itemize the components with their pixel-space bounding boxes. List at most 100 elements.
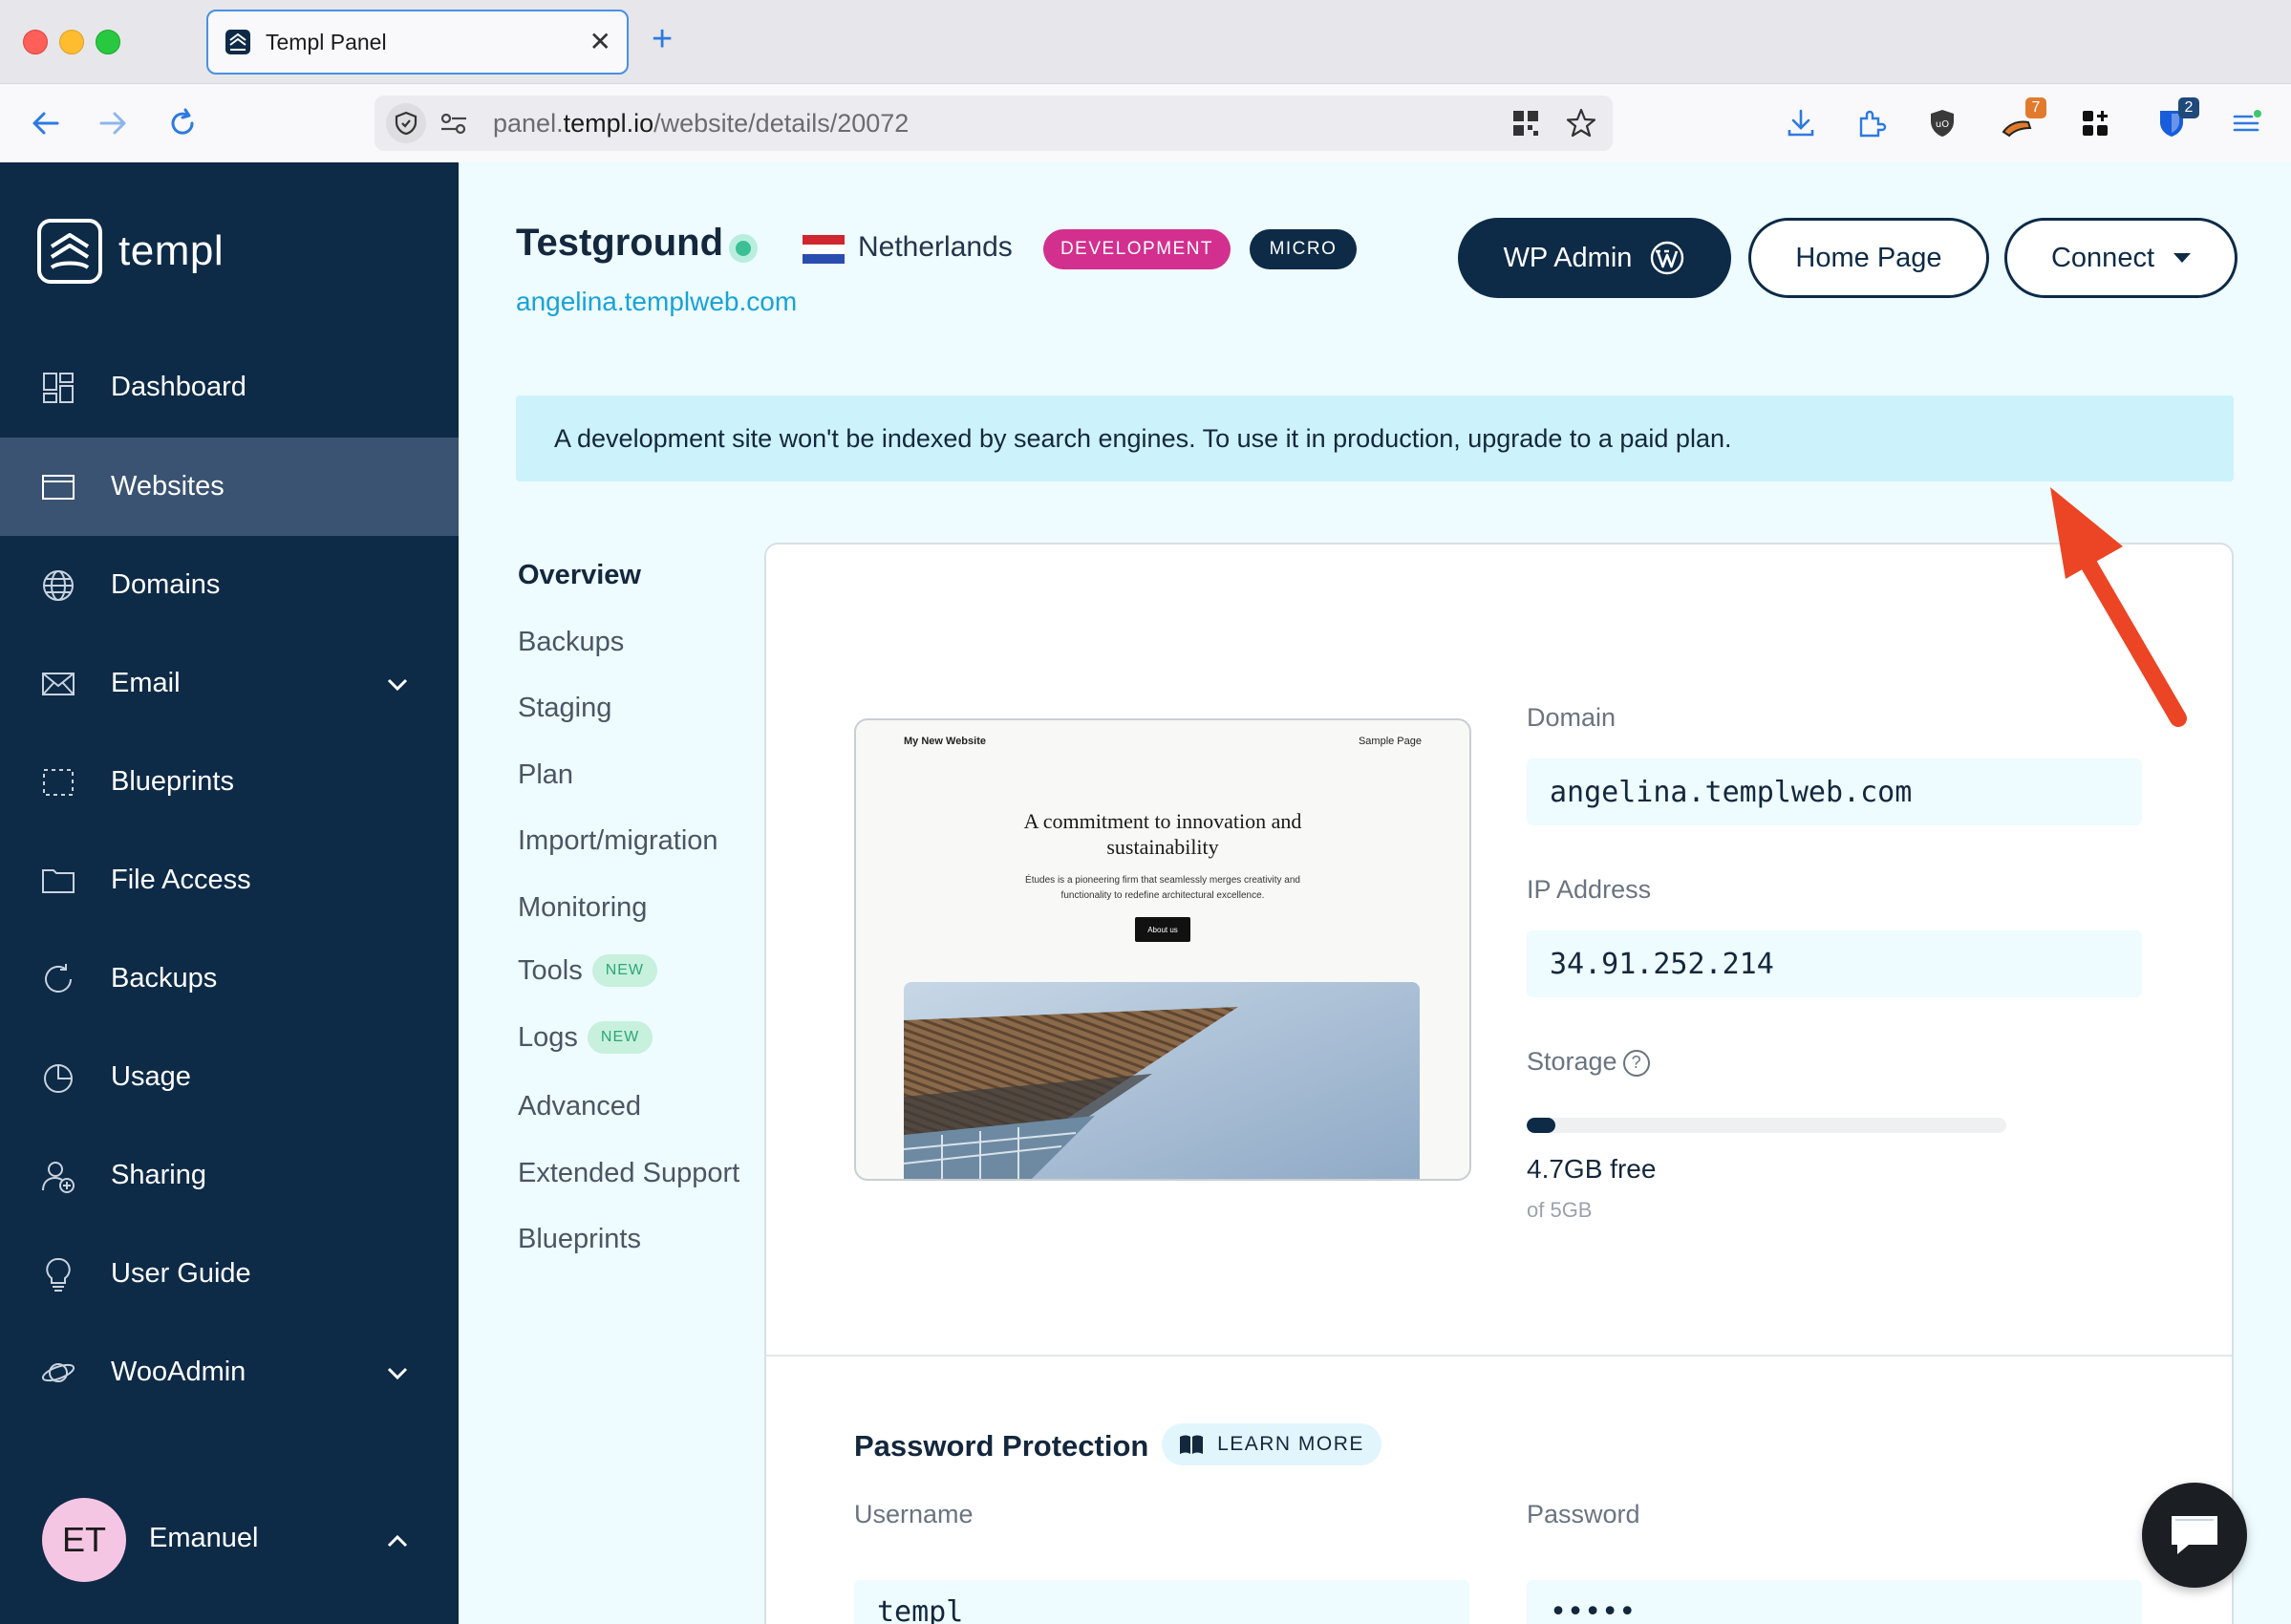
bookmark-star-icon[interactable] [1565,107,1597,139]
domain-field[interactable]: angelina.templweb.com [1527,759,2142,825]
sidebar-item-user-guide[interactable]: User Guide [0,1225,459,1323]
sidebar-item-label: Websites [111,471,225,502]
subnav-plan[interactable]: Plan [518,759,573,791]
back-icon[interactable] [23,101,67,145]
user-menu[interactable]: ET Emanuel [0,1486,459,1601]
ip-address-field[interactable]: 34.91.252.214 [1527,930,2142,997]
live-chat-button[interactable] [2142,1483,2247,1588]
address-bar[interactable]: panel.templ.io/website/details/20072 [375,96,1613,151]
preview-nav-link: Sample Page [1358,736,1422,747]
subnav-label: Staging [518,693,612,723]
divider [766,1355,2232,1357]
dashboard-icon [43,372,74,403]
preview-subtext-line: functionality to redefine architectural … [1060,890,1265,901]
caret-down-icon [2173,253,2191,263]
sidebar-item-sharing[interactable]: Sharing [0,1126,459,1225]
sidebar-item-label: User Guide [111,1258,251,1289]
password-field[interactable]: ••••• [1527,1580,2142,1624]
ublock-icon[interactable]: uO [1920,101,1964,145]
extensions-icon[interactable] [1850,101,1894,145]
chevron-down-icon[interactable] [384,671,411,697]
new-badge: NEW [591,954,658,987]
wp-admin-button[interactable]: WP Admin [1458,218,1731,298]
forward-icon[interactable] [92,101,136,145]
planet-icon [41,1362,75,1382]
chevron-up-icon[interactable] [384,1528,411,1555]
subnav-tools[interactable]: Tools NEW [518,954,658,987]
maximize-window-button[interactable] [96,30,120,54]
apps-grid-icon[interactable] [2073,101,2117,145]
domain-label: Domain [1527,703,1617,732]
subnav-label: Monitoring [518,892,648,923]
downloads-icon[interactable] [1779,101,1823,145]
minimize-window-button[interactable] [59,30,84,54]
subnav-blueprints[interactable]: Blueprints [518,1224,641,1255]
subnav-label: Overview [518,560,641,590]
subnav-import-migration[interactable]: Import/migration [518,825,718,857]
chevron-down-icon[interactable] [384,1359,411,1386]
close-window-button[interactable] [23,30,48,54]
notice-text: A development site won't be indexed by s… [554,423,1732,453]
home-page-button[interactable]: Home Page [1748,218,1989,298]
subnav-label: Backups [518,627,625,657]
templ-favicon-icon [225,30,250,54]
username-field[interactable]: templ [854,1580,1469,1624]
learn-more-button[interactable]: LEARN MORE [1162,1423,1381,1465]
storage-progress-fill [1527,1118,1556,1133]
preview-heading-line: sustainability [1106,835,1219,859]
site-region: Netherlands [858,231,1013,263]
url-path: /website/details/20072 [653,109,910,138]
preview-heading: A commitment to innovation and sustainab… [856,808,1469,860]
site-url-link[interactable]: angelina.templweb.com [516,287,797,317]
browser-window-icon [42,474,75,500]
app-menu-icon[interactable] [2224,101,2268,145]
subnav-advanced[interactable]: Advanced [518,1091,641,1122]
url-host: templ.io [563,109,654,138]
preview-building-image [904,982,1420,1179]
site-preview-thumbnail[interactable]: My New Website Sample Page A commitment … [854,718,1471,1181]
bitwarden-icon[interactable]: 2 [2150,97,2199,145]
sidebar-item-usage[interactable]: Usage [0,1028,459,1126]
reload-icon[interactable] [161,101,204,145]
qr-code-icon[interactable] [1509,107,1542,139]
subnav-monitoring[interactable]: Monitoring [518,892,647,924]
password-label: Password [1527,1500,1640,1528]
wordpress-icon [1651,241,1684,275]
wp-admin-label: WP Admin [1503,242,1633,273]
sidebar-item-wooadmin[interactable]: WooAdmin [0,1323,459,1421]
new-tab-button[interactable]: + [652,21,673,57]
subnav-label: Tools [518,954,583,986]
sidebar-item-file-access[interactable]: File Access [0,831,459,930]
connect-dropdown-button[interactable]: Connect [2004,218,2237,298]
sidebar-item-websites[interactable]: Websites [0,438,459,536]
url-text[interactable]: panel.templ.io/website/details/20072 [493,109,909,139]
globe-icon [43,569,74,601]
environment-badge: DEVELOPMENT [1043,229,1231,269]
subnav-overview[interactable]: Overview [518,560,641,591]
permissions-icon[interactable] [438,107,470,139]
extension-hand-icon[interactable]: 7 [1997,97,2046,145]
help-icon[interactable]: ? [1622,1049,1650,1077]
sidebar-item-domains[interactable]: Domains [0,536,459,634]
user-name: Emanuel [149,1523,259,1553]
sidebar-item-blueprints[interactable]: Blueprints [0,733,459,831]
sidebar-item-label: Blueprints [111,766,234,797]
username-label: Username [854,1500,974,1528]
chat-icon [2172,1516,2217,1554]
sidebar-item-dashboard[interactable]: Dashboard [0,338,459,437]
subnav-extended-support[interactable]: Extended Support [518,1158,739,1189]
svg-text:uO: uO [1936,119,1949,130]
subnav-backups[interactable]: Backups [518,627,624,658]
folder-icon [42,868,75,893]
subnav-staging[interactable]: Staging [518,693,611,724]
browser-titlebar: Templ Panel ✕ + [0,0,2291,84]
tab-close-icon[interactable]: ✕ [589,29,611,55]
storage-free-text: 4.7GB free [1527,1154,1657,1184]
lightbulb-icon [46,1257,71,1292]
sidebar-item-email[interactable]: Email [0,634,459,733]
brand[interactable]: templ [36,218,224,285]
subnav-logs[interactable]: Logs NEW [518,1021,653,1054]
browser-tab[interactable]: Templ Panel ✕ [206,10,629,75]
sidebar-item-backups[interactable]: Backups [0,930,459,1028]
tracking-shield-icon[interactable] [386,103,426,143]
